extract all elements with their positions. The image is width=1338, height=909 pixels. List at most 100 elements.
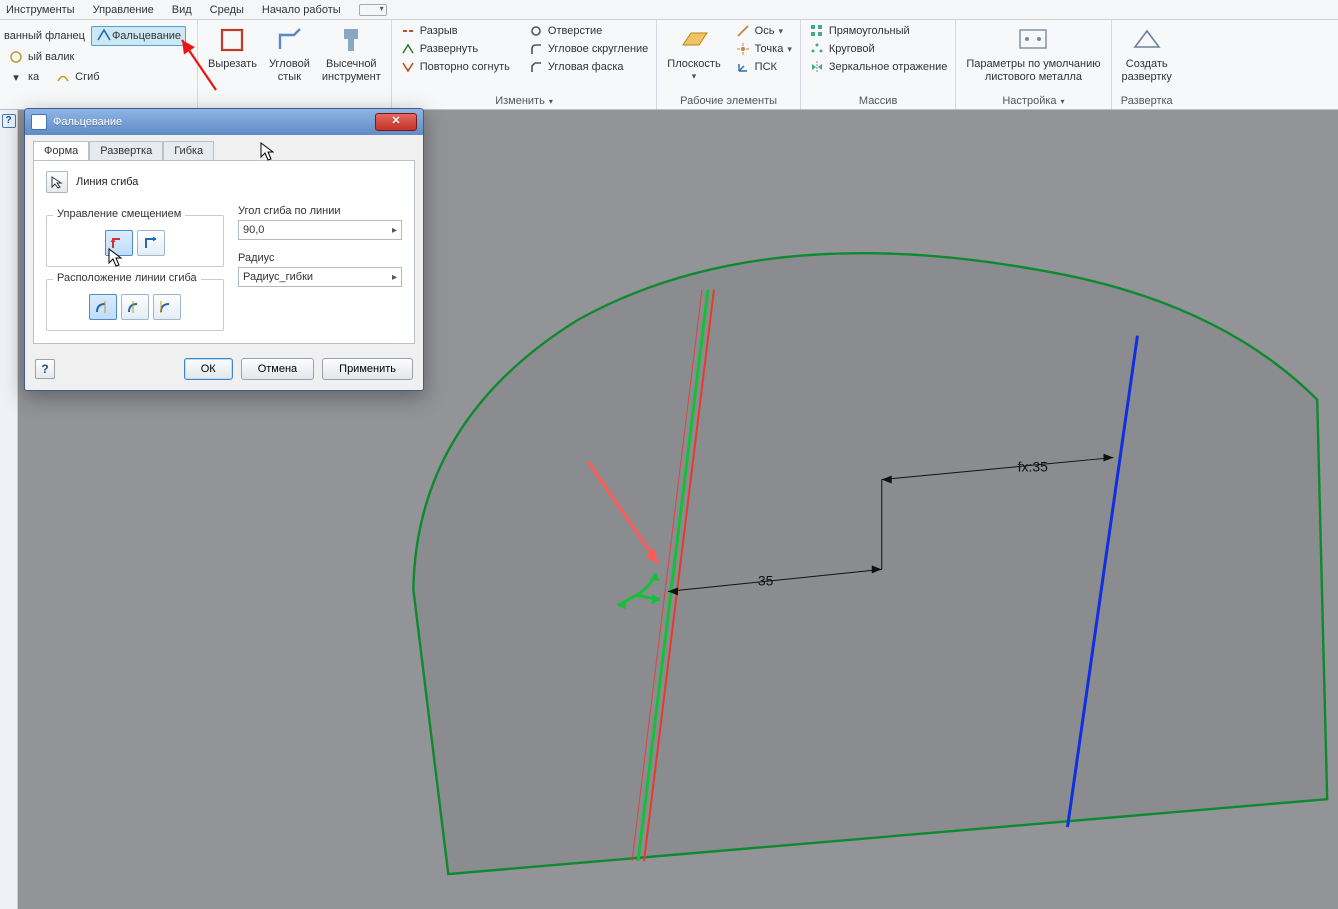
menu-view[interactable]: Вид <box>172 4 192 16</box>
ribbon-ka[interactable]: ▾ ка <box>4 68 43 86</box>
setup-group-title: Настройка <box>1002 95 1056 107</box>
fold-button-label: Фальцевание <box>112 30 181 42</box>
pattern-rect-button[interactable]: Прямоугольный <box>805 22 952 40</box>
corner-round-label: Угловое скругление <box>548 43 648 55</box>
hole-label: Отверстие <box>548 25 602 37</box>
cut-button[interactable]: Вырезать <box>202 22 263 73</box>
ucs-icon <box>735 59 751 75</box>
pattern-rect-label: Прямоугольный <box>829 25 910 37</box>
sheet-defaults-button[interactable]: Параметры по умолчанию листового металла <box>960 22 1106 85</box>
work-group-title: Рабочие элементы <box>680 95 777 107</box>
part-face <box>413 253 1327 874</box>
dialog-footer: ? ОК Отмена Применить <box>25 352 423 390</box>
plane-label: Плоскость <box>667 58 720 71</box>
refold-button[interactable]: Повторно согнуть <box>396 58 514 76</box>
valik-icon <box>8 49 24 65</box>
apply-button[interactable]: Применить <box>322 358 413 380</box>
select-bend-line-button[interactable] <box>46 171 68 193</box>
rip-label: Разрыв <box>420 25 458 37</box>
dropdown-icon: ▾ <box>8 69 24 85</box>
punch-tool-button[interactable]: Высечной инструмент <box>316 22 387 85</box>
rip-button[interactable]: Разрыв <box>396 22 514 40</box>
chevron-down-icon[interactable]: ▾ <box>549 97 553 106</box>
close-button[interactable]: ✕ <box>375 113 417 131</box>
sheet-defaults-label: Параметры по умолчанию листового металла <box>966 58 1100 83</box>
offset-side-b-button[interactable] <box>137 230 165 256</box>
offset-side-a-button[interactable] <box>105 230 133 256</box>
tab-flat[interactable]: Развертка <box>89 141 163 160</box>
menu-getstarted[interactable]: Начало работы <box>262 4 341 16</box>
help-icon[interactable]: ? <box>2 114 16 128</box>
bend-pos-2-button[interactable] <box>121 294 149 320</box>
cut-button-label: Вырезать <box>208 58 257 71</box>
point-button[interactable]: Точка▾ <box>731 40 796 58</box>
bend-line-label: Линия сгиба <box>76 176 138 188</box>
sheet-defaults-icon <box>1017 24 1049 56</box>
point-label: Точка <box>755 43 784 55</box>
dimension-lower-value: 35 <box>758 572 774 588</box>
tab-bend[interactable]: Гибка <box>163 141 214 160</box>
ok-button[interactable]: ОК <box>184 358 233 380</box>
menu-manage[interactable]: Управление <box>93 4 154 16</box>
bend-angle-input[interactable]: 90,0 ▸ <box>238 220 402 240</box>
axis-icon <box>735 23 751 39</box>
ribbon-flange-label[interactable]: ванный фланец <box>4 30 85 42</box>
ribbon-ka-label: ка <box>28 71 39 83</box>
dialog-app-icon <box>31 114 47 130</box>
menu-tools[interactable]: Инструменты <box>6 4 75 16</box>
bend-position-label: Расположение линии сгиба <box>53 272 201 284</box>
mirror-label: Зеркальное отражение <box>829 61 948 73</box>
refold-label: Повторно согнуть <box>420 61 510 73</box>
axis-button[interactable]: Ось▾ <box>731 22 796 40</box>
cursor-icon <box>50 175 64 189</box>
mirror-icon <box>809 59 825 75</box>
point-icon <box>735 41 751 57</box>
cancel-button[interactable]: Отмена <box>241 358 314 380</box>
offset-group-label: Управление смещением <box>53 208 185 220</box>
bend-radius-input[interactable]: Радиус_гибки ▸ <box>238 267 402 287</box>
ucs-button[interactable]: ПСК <box>731 58 796 76</box>
bend-position-group: Расположение линии сгиба <box>46 279 224 331</box>
fold-button[interactable]: Фальцевание <box>91 26 186 46</box>
punch-tool-icon <box>335 24 367 56</box>
mirror-button[interactable]: Зеркальное отражение <box>805 58 952 76</box>
bend-radius-label: Радиус <box>238 252 402 264</box>
hole-button[interactable]: Отверстие <box>524 22 652 40</box>
corner-seam-label: Угловой стык <box>269 58 310 83</box>
corner-seam-icon <box>273 24 305 56</box>
unfold-icon <box>400 41 416 57</box>
dialog-titlebar[interactable]: Фальцевание ✕ <box>25 109 423 135</box>
bend-angle-label: Угол сгиба по линии <box>238 205 402 217</box>
corner-chamfer-button[interactable]: Угловая фаска <box>524 58 652 76</box>
corner-seam-button[interactable]: Угловой стык <box>263 22 316 85</box>
unfold-button[interactable]: Развернуть <box>396 40 514 58</box>
plane-icon <box>678 24 710 56</box>
corner-chamfer-icon <box>528 59 544 75</box>
ribbon-valik[interactable]: ый валик <box>4 48 78 66</box>
offset-group: Управление смещением <box>46 215 224 267</box>
menu-overflow-icon[interactable] <box>359 4 387 16</box>
chevron-down-icon[interactable]: ▾ <box>1061 97 1065 106</box>
refold-icon <box>400 59 416 75</box>
corner-round-button[interactable]: Угловое скругление <box>524 40 652 58</box>
dropdown-icon: ▸ <box>392 225 397 236</box>
make-flat-button[interactable]: Создать развертку <box>1116 22 1178 85</box>
bend-angle-value: 90,0 <box>243 224 264 236</box>
menu-bar: Инструменты Управление Вид Среды Начало … <box>0 0 1338 20</box>
dropdown-icon: ▸ <box>392 272 397 283</box>
tab-shape[interactable]: Форма <box>33 141 89 160</box>
bend-pos-3-button[interactable] <box>153 294 181 320</box>
dialog-help-button[interactable]: ? <box>35 359 55 379</box>
ucs-label: ПСК <box>755 61 777 73</box>
unfold-label: Развернуть <box>420 43 478 55</box>
menu-env[interactable]: Среды <box>210 4 244 16</box>
ribbon-valik-label: ый валик <box>28 51 74 63</box>
left-bar: ? <box>0 110 18 909</box>
ribbon-sgib[interactable]: Сгиб <box>51 68 103 86</box>
pattern-circ-button[interactable]: Круговой <box>805 40 952 58</box>
bend-pos-1-button[interactable] <box>89 294 117 320</box>
pattern-circ-label: Круговой <box>829 43 875 55</box>
fold-dialog: Фальцевание ✕ Форма Развертка Гибка Лини… <box>24 108 424 391</box>
plane-button[interactable]: Плоскость ▾ <box>661 22 726 83</box>
pattern-circ-icon <box>809 41 825 57</box>
